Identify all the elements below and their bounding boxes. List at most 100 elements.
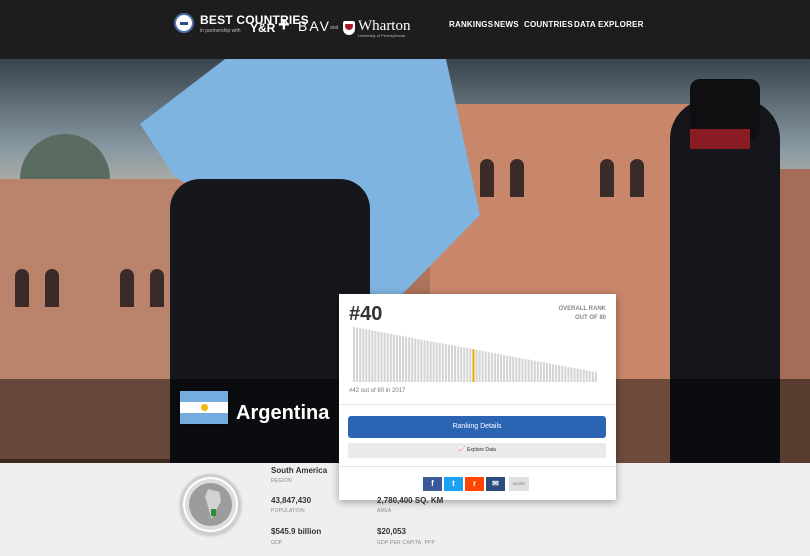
card-divider [339,404,616,405]
best-countries-logo-icon[interactable] [174,13,194,33]
area-label: AREA [377,508,392,514]
rank-bar [564,366,567,382]
rank-bar [558,365,561,382]
rank-bar [392,334,395,382]
card-divider-bottom [339,466,616,467]
hero-window [120,269,134,307]
rank-bar [374,331,377,382]
rank-bar [389,333,392,382]
rank-bar [460,346,463,382]
rank-card: #40 OVERALL RANK OUT OF 80 #42 out of 80… [339,294,616,500]
rank-bar [478,350,481,382]
rank-bar [429,341,432,382]
email-share-icon[interactable]: ✉ [486,477,505,491]
population-value: 43,847,430 [271,496,312,505]
overall-rank-number: #40 [349,303,383,325]
rank-bar [576,368,579,382]
hero-window [15,269,29,307]
hero-window [480,159,494,197]
rank-bar [549,363,552,382]
chart-icon: 📈 [458,447,466,453]
yr-logo: Y&R [250,21,276,35]
argentina-flag-icon [180,391,228,424]
rank-bar [521,358,524,382]
hero-window [150,269,164,307]
rank-bar [353,327,356,382]
rank-bar [500,354,503,382]
hero-window [600,159,614,197]
flag-band-bottom [180,413,228,424]
rank-bar [533,360,536,382]
flag-band-top [180,391,228,402]
rank-bar [438,342,441,382]
rank-bar [420,339,423,382]
rank-bar [545,362,548,382]
population-label: POPULATION [271,508,305,514]
rank-bar [362,328,365,382]
ranking-details-button[interactable]: Ranking Details [348,416,606,438]
rank-bar [484,351,487,382]
rank-bar [524,358,527,382]
rank-bar [426,340,429,382]
rank-bar [530,360,533,382]
hero-window [45,269,59,307]
area-value: 2,780,400 SQ. KM [377,496,444,505]
rank-bar [423,340,426,382]
rank-bar [447,344,450,382]
flag-sun-icon [201,404,208,411]
rank-bar [371,330,374,382]
nav-countries[interactable]: COUNTRIES [524,20,573,29]
rank-bar [509,356,512,382]
rank-bar [490,352,493,382]
rank-bar [380,332,383,382]
rank-bar [561,365,564,382]
rank-bar [493,353,496,382]
rank-bar [496,353,499,382]
rank-bar [542,362,545,382]
more-share-button[interactable]: MORE [509,477,529,491]
hero-window [630,159,644,197]
rank-bar [417,338,420,382]
facebook-share-icon[interactable]: f [423,477,442,491]
brand-subtitle: in partnership with [200,28,241,34]
rank-bar [454,345,457,382]
rank-bar [591,371,594,382]
rank-bar [386,333,389,382]
nav-rankings[interactable]: RANKINGS [449,20,493,29]
reddit-share-icon[interactable]: r [465,477,484,491]
twitter-share-icon[interactable]: t [444,477,463,491]
rank-bar [518,357,521,382]
rank-bar [552,364,555,382]
rank-bar [441,343,444,382]
rank-bar [405,336,408,382]
country-title: Argentina [236,402,330,424]
gdp-value: $545.9 billion [271,527,322,536]
nav-news[interactable]: NEWS [494,20,519,29]
rank-label-line1: OVERALL RANK [558,306,606,312]
region-globe-icon [180,474,241,535]
explore-data-label: Explore Data [466,447,496,453]
rank-bar [414,338,417,382]
rank-bar [503,354,506,382]
rank-bar [475,349,478,382]
nav-data-explorer[interactable]: DATA EXPLORER [574,20,644,29]
rank-bar [466,348,469,382]
explore-data-button[interactable]: 📈 Explore Data [348,443,606,458]
rank-bar [567,366,570,382]
rank-bar [469,348,472,382]
region-value: South America [271,466,328,475]
region-label: REGION [271,478,292,484]
hero-soldier-collar [690,129,750,149]
rank-bar [356,327,359,382]
rank-bar [457,346,460,382]
rank-bar [573,368,576,382]
rank-distribution-chart [353,327,597,382]
hero-window [510,159,524,197]
gdp-per-capita-value: $20,053 [377,527,406,536]
rank-bar [435,342,438,382]
top-navigation-bar: BEST COUNTRIES in partnership with Y&R +… [0,0,810,59]
wharton-subtitle: University of Pennsylvania [358,33,405,38]
rank-bar [527,359,530,382]
globe-argentina-highlight [211,509,216,516]
rank-bar [365,329,368,382]
